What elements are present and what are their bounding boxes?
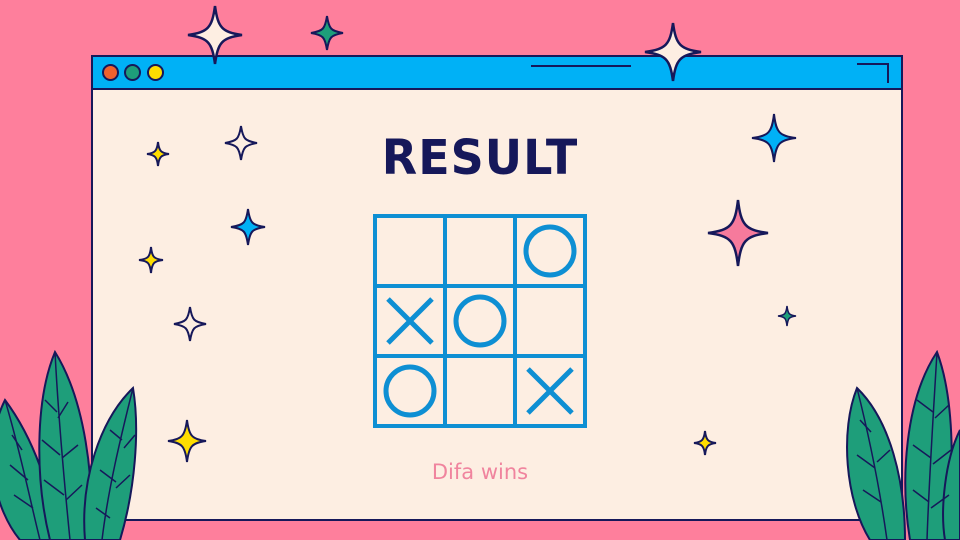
sparkle-icon [167, 419, 207, 463]
tic-tac-toe-board [373, 214, 587, 428]
sparkle-icon [644, 22, 702, 82]
sparkle-icon [138, 246, 164, 274]
sparkle-icon [230, 208, 266, 246]
sparkle-icon [751, 113, 797, 163]
plant-left-icon [0, 349, 138, 540]
minimize-window-button[interactable] [124, 64, 141, 81]
board-cell-1-1[interactable] [377, 218, 443, 284]
sparkle-icon [187, 5, 243, 65]
titlebar-divider [531, 65, 631, 67]
sparkle-icon [693, 430, 717, 456]
sparkle-icon [224, 125, 258, 161]
board-cell-1-2[interactable] [447, 218, 513, 284]
board-cell-2-3[interactable] [517, 288, 583, 354]
sparkle-icon [707, 199, 769, 267]
sparkle-icon [777, 305, 797, 327]
maximize-window-button[interactable] [147, 64, 164, 81]
sparkle-icon [173, 306, 207, 342]
sparkle-icon [146, 141, 170, 167]
close-window-button[interactable] [102, 64, 119, 81]
plant-right-icon [846, 350, 960, 540]
board-cell-3-2[interactable] [447, 358, 513, 424]
page-title: RESULT [381, 128, 579, 186]
titlebar-corner-decoration [857, 63, 889, 83]
sparkle-icon [310, 15, 344, 51]
